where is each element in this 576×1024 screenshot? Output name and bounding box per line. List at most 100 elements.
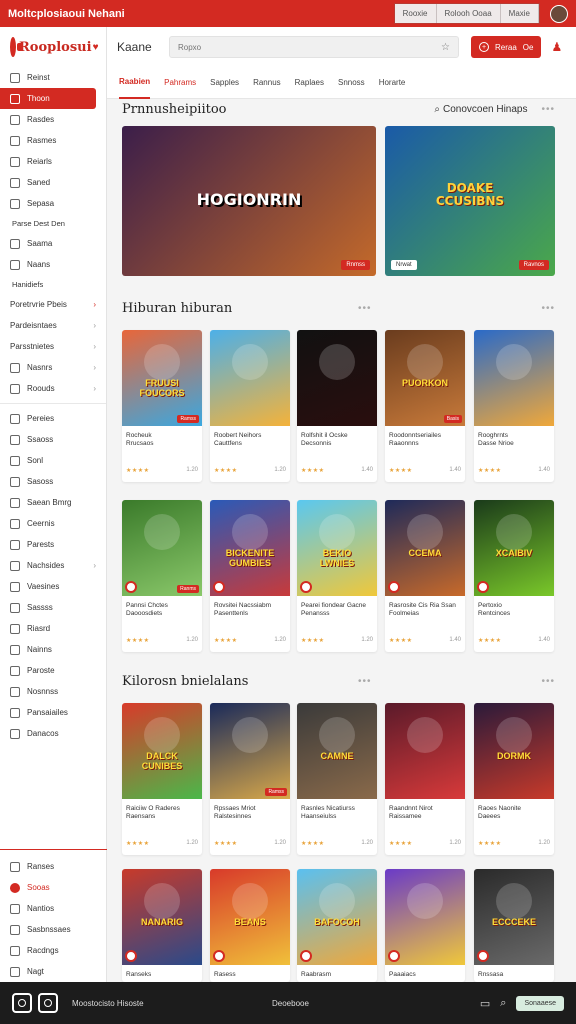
sidebar-item[interactable]: Paroste — [0, 660, 106, 681]
user-icon[interactable]: ♟ — [551, 40, 562, 54]
game-price: 1.20 — [186, 467, 198, 473]
sidebar-item[interactable]: Pereies — [0, 408, 106, 429]
game-card[interactable]: FRUUSI FOUCORS Ramss Rocheuk Rrucsaos ★★★★ 1… — [122, 330, 202, 482]
section-search-link[interactable]: ⌕ Conovcoen Hinaps — [434, 104, 527, 115]
more-icon[interactable]: ••• — [358, 676, 372, 687]
search-box[interactable]: ☆ — [169, 36, 459, 58]
sidebar-item-icon — [10, 728, 20, 739]
sidebar-item[interactable]: Sooas — [0, 877, 107, 898]
sidebar-item[interactable]: Roouds › — [0, 378, 106, 399]
sidebar-item[interactable]: Sepasa — [0, 193, 106, 214]
bottombar-center[interactable]: Deoebooe — [272, 999, 452, 1008]
sidebar-item[interactable]: Racdngs — [0, 940, 107, 961]
more-icon[interactable]: ••• — [358, 303, 372, 314]
sidebar-item[interactable]: Danacos — [0, 723, 106, 744]
sidebar-item[interactable]: Nantios — [0, 898, 107, 919]
card-icon[interactable]: ▭ — [480, 997, 490, 1010]
sidebar-item[interactable]: Reinst — [0, 67, 106, 88]
sidebar-item[interactable]: Reiarls — [0, 151, 106, 172]
game-card[interactable]: CCEMA Rasrosite Cis Ria Ssan Foolmeias ★★★… — [385, 500, 465, 652]
cta-button[interactable]: + Reraa Oe — [471, 36, 542, 58]
sidebar-item[interactable]: Riasrd — [0, 618, 106, 639]
tab-5[interactable]: Snnoss — [338, 67, 365, 99]
sidebar-item[interactable]: Sasoss — [0, 471, 106, 492]
sidebar-item-label: Ranses — [27, 862, 55, 871]
sidebar-item[interactable]: Saama — [0, 233, 106, 254]
bottombar-button[interactable]: Sonaaese — [516, 995, 564, 1011]
game-card[interactable]: CAMNE Rasnles Nicatiurss Haanseiulss ★★★★ 1… — [297, 703, 377, 855]
sidebar-item[interactable]: Thoon — [0, 88, 96, 109]
avatar[interactable] — [550, 4, 568, 23]
sidebar-item[interactable]: Nasnrs › — [0, 357, 106, 378]
sidebar-item-label: Sooas — [27, 883, 50, 892]
sidebar-item[interactable]: Pardeisntaes › — [0, 315, 106, 336]
sidebar-item[interactable]: Sonl — [0, 450, 106, 471]
titlebar-button-3[interactable]: Maxie — [500, 4, 539, 23]
app-icon[interactable] — [12, 993, 32, 1013]
sidebar-item[interactable]: Pansaiailes — [0, 702, 106, 723]
search-icon[interactable]: ⌕ — [500, 997, 506, 1010]
tab-4[interactable]: Raplaes — [295, 67, 324, 99]
star-icon[interactable]: ☆ — [441, 42, 450, 53]
game-card[interactable]: Rooghrnts Dasse Nrioe ★★★★ 1.40 — [474, 330, 554, 482]
sidebar-item-label: Sonl — [27, 456, 44, 465]
logo[interactable]: Rooplosui ♥ — [0, 27, 106, 67]
tab-6[interactable]: Horarte — [379, 67, 406, 99]
game-card[interactable]: DALCK CUNIBES Raiciiw O Raderes Raensans ★… — [122, 703, 202, 855]
sidebar-item[interactable]: Saned — [0, 172, 106, 193]
sidebar-item[interactable]: Poretrvrie Pbeis › — [0, 294, 106, 315]
game-card[interactable]: Paaaiacs — [385, 869, 465, 982]
sidebar-item[interactable]: Sassss — [0, 597, 106, 618]
more-icon[interactable]: ••• — [541, 676, 555, 687]
banner-secondary[interactable]: DOAKE CCUSIBNS Nrwat Ravnos — [385, 126, 555, 276]
more-icon[interactable]: ••• — [541, 303, 555, 314]
game-card[interactable]: Ramss Rpssaes Mriot Ralstesinnes ★★★★ 1.20 — [210, 703, 290, 855]
sidebar-item-icon — [10, 434, 20, 445]
game-card[interactable]: BEANS Rasess — [210, 869, 290, 982]
titlebar-button-1[interactable]: Rooxie — [394, 4, 437, 23]
game-card[interactable]: ECCCEKE Rnssasa — [474, 869, 554, 982]
sidebar-item[interactable]: Nachsides › — [0, 555, 106, 576]
game-card[interactable]: Rolfshit il Ocske Decsonnis ★★★★ 1.40 — [297, 330, 377, 482]
game-price: 1.20 — [186, 637, 198, 643]
banner-featured[interactable]: HOGIONRIN Rnmss — [122, 126, 376, 276]
camera-icon[interactable] — [38, 993, 58, 1013]
sidebar-item[interactable]: Rasdes — [0, 109, 106, 130]
game-card[interactable]: Ranms Pannsi Chctes Daooosdiets ★★★★ 1.20 — [122, 500, 202, 652]
game-card[interactable]: Roobert Neihors Cauttfens ★★★★ 1.20 — [210, 330, 290, 482]
tab-3[interactable]: Rannus — [253, 67, 281, 99]
game-logo-text: PUORKON — [401, 378, 448, 388]
sidebar-item[interactable]: Ceernis — [0, 513, 106, 534]
sidebar-item[interactable]: Nosnnss — [0, 681, 106, 702]
sidebar-item[interactable]: Nagt — [0, 961, 107, 982]
game-card[interactable]: BEKIO LWNIES Pearei fiondear Gacne Penans… — [297, 500, 377, 652]
titlebar-button-2[interactable]: Rolooh Ooaa — [436, 4, 501, 23]
sidebar-item[interactable]: Parsstnietes › — [0, 336, 106, 357]
game-card[interactable]: BAFOCOH Raabrasm — [297, 869, 377, 982]
game-card[interactable]: BICKENITE GUMBIES Rovsitei Nacssiabm Pase… — [210, 500, 290, 652]
game-card[interactable]: PUORKON Basis Roodonntseriailes Raaonnns ★★… — [385, 330, 465, 482]
game-card[interactable]: XCAIBIV Pertoxio Rentcinces ★★★★ 1.40 — [474, 500, 554, 652]
tab-0[interactable]: Raabien — [119, 67, 151, 99]
game-card[interactable]: NANARIG Ranseks — [122, 869, 202, 982]
game-card[interactable]: DORMK Raoes Naonite Daeees ★★★★ 1.20 — [474, 703, 554, 855]
game-logo-text: DALCK CUNIBES — [141, 751, 183, 771]
character-art — [319, 514, 355, 550]
sidebar-item[interactable]: Rasmes — [0, 130, 106, 151]
sidebar-item[interactable]: Ssaoss — [0, 429, 106, 450]
sidebar-item[interactable]: Nainns — [0, 639, 106, 660]
sidebar-item[interactable]: Sasbnssaes — [0, 919, 107, 940]
search-input[interactable] — [178, 42, 442, 52]
tab-1[interactable]: Pahrams — [164, 67, 196, 99]
sidebar-item[interactable]: Ranses — [0, 856, 107, 877]
game-card[interactable]: Raandnnt Nirot Raissamee ★★★★ 1.20 — [385, 703, 465, 855]
sidebar-item[interactable]: Saean Bmrg — [0, 492, 106, 513]
star-rating-icon: ★★★★ — [214, 468, 238, 474]
sidebar-item[interactable]: Parests — [0, 534, 106, 555]
tab-2[interactable]: Sapples — [210, 67, 239, 99]
tab-bar: Raabien Pahrams Sapples Rannus Raplaes Snnoss… — [107, 67, 576, 99]
sidebar-item[interactable]: Vaesines — [0, 576, 106, 597]
sidebar-item-label: Nasnrs — [27, 363, 53, 372]
sidebar-item[interactable]: Naans — [0, 254, 106, 275]
more-icon[interactable]: ••• — [541, 104, 555, 115]
